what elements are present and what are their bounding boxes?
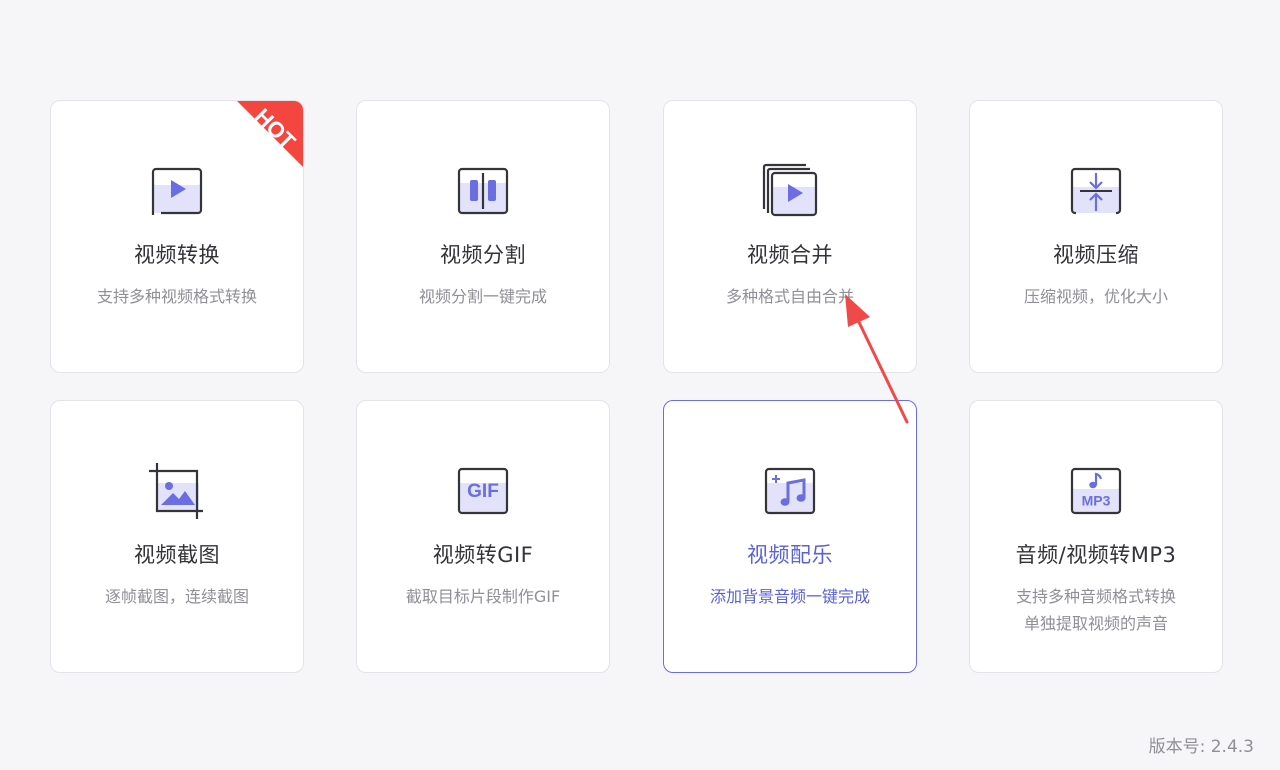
- card-title: 视频转换: [134, 243, 220, 267]
- card-description: 支持多种视频格式转换: [96, 287, 257, 306]
- video-compress-icon: [1066, 161, 1126, 221]
- card-description: 支持多种音频格式转换 单独提取视频的声音: [970, 583, 1222, 637]
- card-video-split[interactable]: 视频分割 视频分割一键完成: [356, 100, 610, 373]
- card-to-mp3[interactable]: MP3 音频/视频转MP3 支持多种音频格式转换 单独提取视频的声音: [969, 400, 1223, 673]
- card-description: 截取目标片段制作GIF: [405, 587, 561, 606]
- card-description: 逐帧截图，连续截图: [104, 587, 249, 606]
- card-description: 添加背景音频一键完成: [709, 587, 870, 606]
- mp3-icon-label: MP3: [1082, 493, 1111, 509]
- image-crop-icon: [147, 461, 207, 521]
- version-label: 版本号: 2.4.3: [1148, 737, 1254, 757]
- card-description-line: 支持多种音频格式转换: [1015, 587, 1176, 606]
- card-description-line: 单独提取视频的声音: [1023, 614, 1168, 633]
- card-video-music[interactable]: 视频配乐 添加背景音频一键完成: [663, 400, 917, 673]
- card-title: 视频转GIF: [432, 543, 534, 567]
- gif-icon: GIF: [453, 461, 513, 521]
- card-video-screenshot[interactable]: 视频截图 逐帧截图，连续截图: [50, 400, 304, 673]
- video-merge-icon: [760, 161, 820, 221]
- card-video-to-gif[interactable]: GIF 视频转GIF 截取目标片段制作GIF: [356, 400, 610, 673]
- card-title: 视频合并: [747, 243, 833, 267]
- card-description: 视频分割一键完成: [418, 287, 547, 306]
- card-description: 多种格式自由合并: [725, 287, 854, 306]
- card-title: 视频截图: [134, 543, 220, 567]
- card-description: 压缩视频，优化大小: [1023, 287, 1168, 306]
- music-add-icon: [760, 461, 820, 521]
- card-video-convert[interactable]: HOT 视频转换 支持多种视频格式转换: [50, 100, 304, 373]
- card-video-merge[interactable]: 视频合并 多种格式自由合并: [663, 100, 917, 373]
- card-title: 视频分割: [440, 243, 526, 267]
- mp3-icon: MP3: [1066, 461, 1126, 521]
- card-title: 视频压缩: [1053, 243, 1139, 267]
- video-split-icon: [453, 161, 513, 221]
- hot-badge: HOT: [213, 101, 303, 191]
- card-title: 视频配乐: [747, 543, 833, 567]
- card-video-compress[interactable]: 视频压缩 压缩视频，优化大小: [969, 100, 1223, 373]
- video-play-icon: [147, 161, 207, 221]
- gif-icon-label: GIF: [467, 481, 499, 502]
- card-title: 音频/视频转MP3: [1015, 543, 1177, 567]
